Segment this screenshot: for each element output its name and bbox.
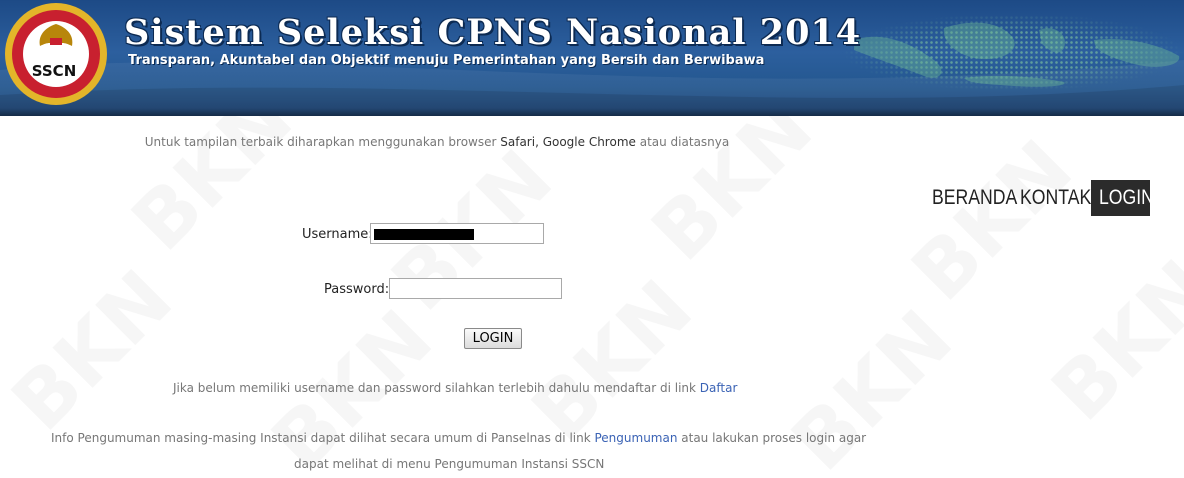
daftar-link[interactable]: Daftar	[700, 381, 738, 395]
announcement-note-line2: dapat melihat di menu Pengumuman Instans…	[294, 457, 605, 471]
watermark-text: BKN	[0, 254, 190, 449]
register-note-text: Jika belum memiliki username dan passwor…	[173, 381, 700, 395]
indonesia-map-icon	[854, 22, 1180, 87]
logo-sscn-text: SSCN	[31, 62, 77, 80]
browser-note-suffix: atau diatasnya	[635, 135, 730, 149]
browser-note-prefix: Untuk tampilan terbaik diharapkan menggu…	[144, 135, 501, 149]
register-note: Jika belum memiliki username dan passwor…	[173, 381, 737, 395]
login-button[interactable]: LOGIN	[464, 328, 522, 349]
bkn-watermark: BKN BKN BKN BKN BKN BKN BKN BKN BKN	[0, 116, 1184, 478]
announcement-note-prefix: Info Pengumuman masing-masing Instansi d…	[51, 431, 595, 445]
site-subtitle: Transparan, Akuntabel dan Objektif menuj…	[128, 53, 765, 68]
sscn-logo	[5, 3, 107, 105]
announcement-note-suffix: atau lakukan proses login agar	[677, 431, 867, 445]
password-input[interactable]	[389, 278, 562, 299]
browser-note-browsers: Safari, Google Chrome	[500, 135, 636, 149]
watermark-text: BKN	[895, 124, 1090, 319]
browser-recommendation: Untuk tampilan terbaik diharapkan menggu…	[0, 135, 874, 149]
username-redaction	[374, 229, 474, 240]
password-label: Password:	[324, 282, 390, 297]
nav-kontak[interactable]: KONTAK	[1020, 180, 1091, 216]
watermark-text: BKN	[1035, 244, 1184, 439]
nav-beranda[interactable]: BERANDA	[932, 180, 1017, 216]
watermark-text: BKN	[775, 294, 970, 478]
site-title: Sistem Seleksi CPNS Nasional 2014	[124, 12, 862, 53]
announcement-note-line1: Info Pengumuman masing-masing Instansi d…	[51, 431, 866, 445]
nav-login[interactable]: LOGIN	[1099, 180, 1154, 216]
header-banner: SSCN Sistem Seleksi CPNS Nasional 2014 T…	[0, 0, 1184, 116]
pengumuman-link[interactable]: Pengumuman	[594, 431, 677, 445]
username-label: Username:	[302, 227, 373, 242]
